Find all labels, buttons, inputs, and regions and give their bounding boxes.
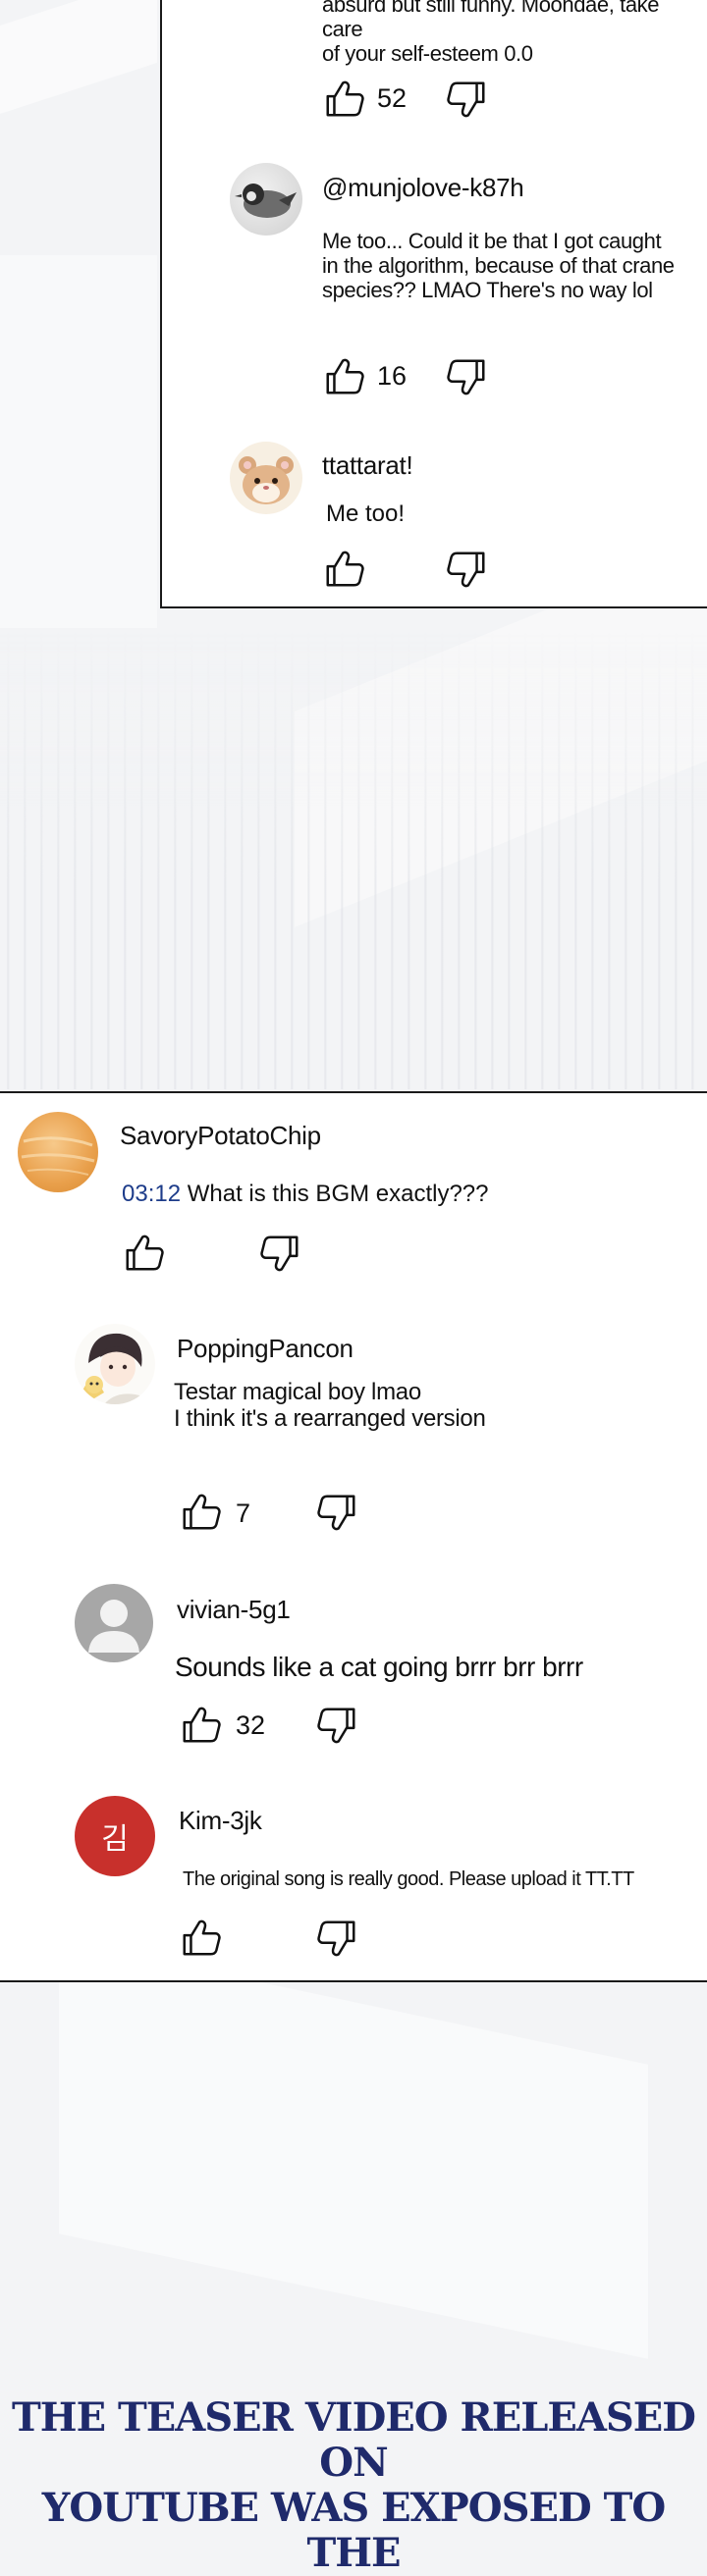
comment-text: The original song is really good. Please… [183, 1868, 634, 1891]
avatar[interactable] [230, 163, 302, 236]
thumbs-down-icon[interactable] [444, 547, 489, 592]
potato-chip-icon [21, 1136, 95, 1176]
comment-text: Me too! [326, 500, 405, 528]
comment-username[interactable]: SavoryPotatoChip [120, 1121, 321, 1151]
like-count: 32 [236, 1710, 266, 1740]
comment-username[interactable]: PoppingPancon [177, 1334, 354, 1364]
thumbs-up-icon[interactable] [122, 1231, 167, 1276]
comment-panel-1 [160, 0, 707, 608]
like-count: 7 [236, 1498, 251, 1528]
caption-line: THE TEASER VIDEO RELEASED ON [12, 2394, 696, 2486]
like-count: 16 [377, 361, 408, 391]
comment-body: What is this BGM exactly??? [181, 1181, 489, 1207]
thumbs-down-icon[interactable] [314, 1703, 359, 1748]
comment-username[interactable]: vivian-5g1 [177, 1595, 291, 1625]
comment-text: Sounds like a cat going brrr brr brrr [175, 1652, 583, 1683]
avatar[interactable] [230, 442, 302, 514]
comment-line: absurd but still funny. Moondae, take ca… [322, 0, 660, 41]
thumbs-down-icon[interactable] [257, 1231, 302, 1276]
thumbs-up-icon[interactable] [322, 547, 367, 592]
thumbs-down-icon[interactable] [444, 77, 489, 122]
comment-line: The original song is really good. Please… [183, 1868, 634, 1890]
default-user-icon [88, 1600, 139, 1653]
comment-line: species?? LMAO There's no way lol [322, 278, 653, 302]
comment-line: Testar magical boy lmao [174, 1379, 421, 1405]
caption-text: THE TEASER VIDEO RELEASED ON YOUTUBE WAS… [0, 2395, 707, 2576]
hamster-icon [239, 456, 294, 504]
bg-facet [0, 0, 157, 114]
thumbs-up-icon[interactable] [179, 1703, 224, 1748]
thumbs-up-icon[interactable] [322, 77, 367, 122]
comment-line: I think it's a rearranged version [174, 1405, 486, 1432]
bg-facet [0, 255, 157, 628]
comment-line: in the algorithm, because of that crane [322, 253, 675, 278]
comment-text: Me too... Could it be that I got caught … [322, 229, 695, 302]
comment-username[interactable]: ttattarat! [322, 450, 413, 481]
thumbs-up-icon[interactable] [179, 1490, 224, 1535]
anime-character-icon [79, 1333, 147, 1404]
avatar[interactable] [18, 1112, 98, 1192]
caption-line: YOUTUBE WAS EXPOSED TO THE [41, 2485, 666, 2576]
thumbs-up-icon[interactable] [322, 354, 367, 399]
comment-username[interactable]: @munjolove-k87h [322, 173, 524, 203]
avatar[interactable] [75, 1324, 155, 1404]
thumbs-down-icon[interactable] [314, 1916, 359, 1961]
bg-streaks [0, 628, 707, 1089]
avatar[interactable]: 김 [75, 1796, 155, 1876]
timestamp-link[interactable]: 03:12 [122, 1181, 181, 1207]
comment-text: 03:12 What is this BGM exactly??? [122, 1181, 489, 1208]
comment-text-partial: absurd but still funny. Moondae, take ca… [322, 0, 695, 66]
avatar-initial: 김 [101, 1822, 129, 1857]
avatar[interactable] [75, 1584, 153, 1662]
comment-line: Me too! [326, 500, 406, 527]
like-count: 52 [377, 83, 408, 113]
comment-text: Testar magical boy lmao I think it's a r… [174, 1379, 486, 1432]
comment-line: Me too... Could it be that I got caught [322, 229, 662, 253]
comment-line: Sounds like a cat going brrr brr brrr [175, 1652, 583, 1682]
thumbs-down-icon[interactable] [314, 1490, 359, 1535]
bird-icon [235, 184, 297, 218]
thumbs-up-icon[interactable] [179, 1916, 224, 1961]
bg-facet [59, 1939, 648, 2359]
thumbs-down-icon[interactable] [444, 354, 489, 399]
comment-username[interactable]: Kim-3jk [179, 1806, 262, 1836]
comment-line: of your self-esteem 0.0 [322, 41, 533, 66]
